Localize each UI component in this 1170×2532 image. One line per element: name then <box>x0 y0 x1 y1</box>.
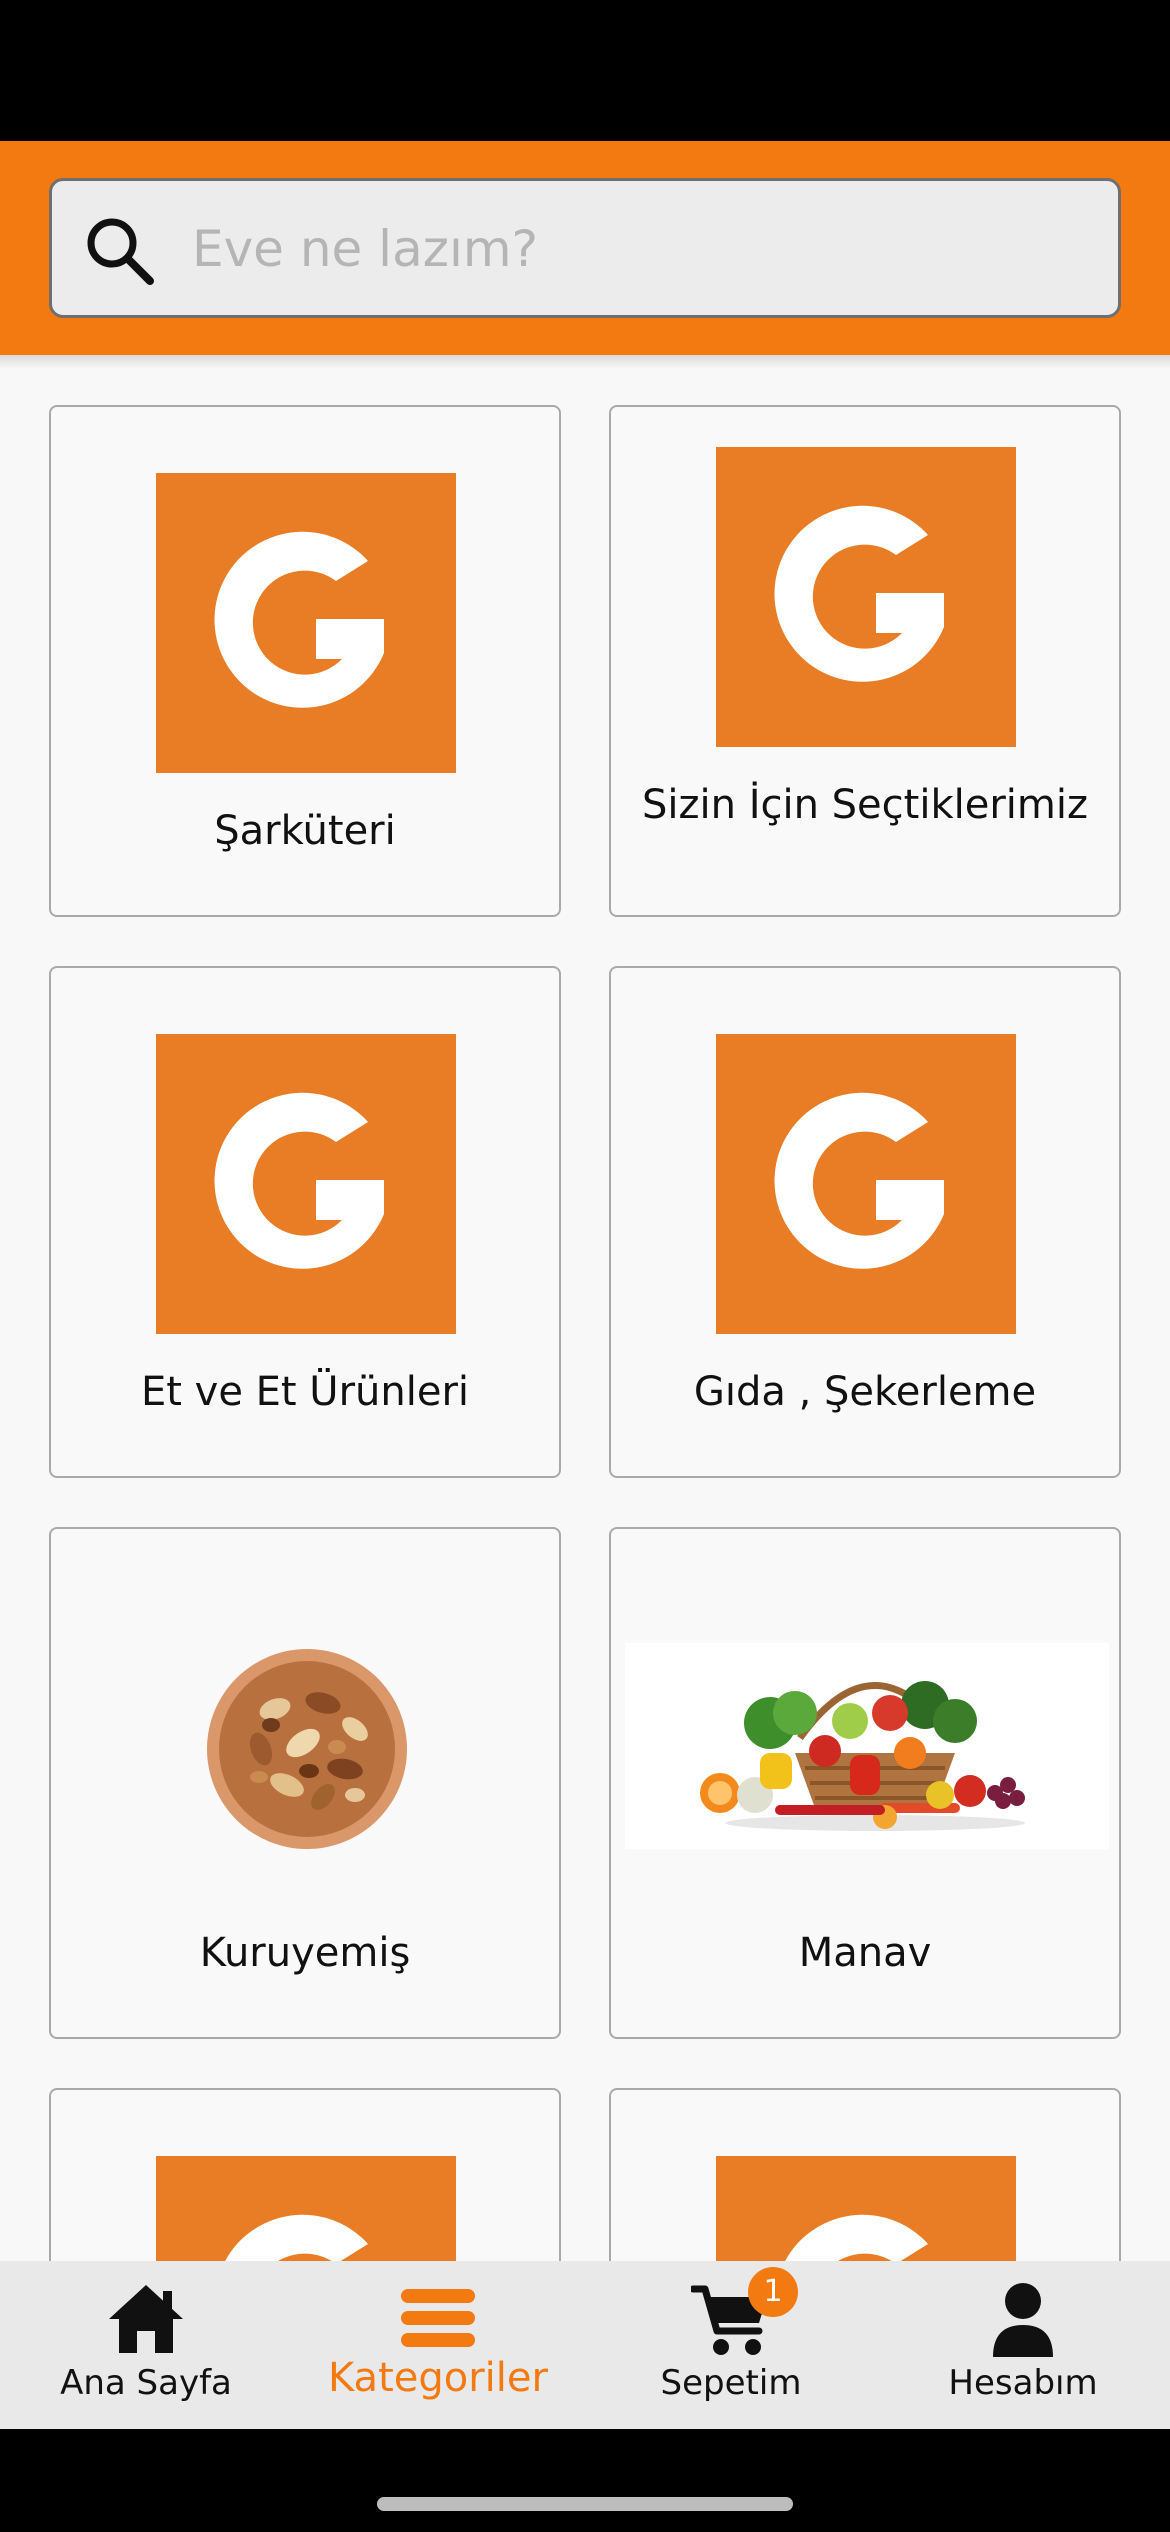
nav-item-cart[interactable]: 1 Sepetim <box>585 2261 877 2429</box>
g-logo-icon <box>716 2156 1016 2261</box>
category-label: Gıda , Şekerleme <box>693 1369 1037 1415</box>
nav-item-categories[interactable]: Kategoriler <box>292 2261 584 2429</box>
nav-label-home: Ana Sayfa <box>60 2363 232 2403</box>
category-card-sizin-icin[interactable]: Sizin İçin Seçtiklerimiz <box>609 405 1121 917</box>
category-label: Et ve Et Ürünleri <box>140 1369 470 1415</box>
cart-count-badge: 1 <box>748 2267 798 2317</box>
home-indicator-area <box>0 2429 1170 2532</box>
home-icon <box>109 2285 183 2353</box>
menu-icon <box>401 2289 475 2347</box>
search-bar[interactable] <box>49 178 1121 318</box>
category-label: Kuruyemiş <box>199 1930 411 1976</box>
nav-label-categories: Kategoriler <box>328 2355 548 2401</box>
nav-label-cart: Sepetim <box>660 2363 802 2403</box>
nav-label-account: Hesabım <box>948 2363 1098 2403</box>
nuts-bowl-icon <box>207 1649 407 1849</box>
nav-item-home[interactable]: Ana Sayfa <box>0 2261 292 2429</box>
category-card-manav[interactable]: Manav <box>609 1527 1121 2039</box>
search-input[interactable] <box>192 201 1092 297</box>
category-card-sarkuteri[interactable]: Şarküteri <box>49 405 561 917</box>
category-card[interactable] <box>609 2088 1121 2261</box>
category-label: Şarküteri <box>214 808 396 854</box>
category-card[interactable] <box>49 2088 561 2261</box>
category-card-kuruyemis[interactable]: Kuruyemiş <box>49 1527 561 2039</box>
status-bar <box>0 0 1170 141</box>
search-icon <box>87 218 154 285</box>
g-logo-icon <box>716 447 1016 747</box>
vegetable-basket-icon <box>625 1643 1109 1849</box>
home-indicator[interactable] <box>377 2497 793 2511</box>
category-label: Manav <box>798 1930 932 1976</box>
category-card-et[interactable]: Et ve Et Ürünleri <box>49 966 561 1478</box>
category-card-gida[interactable]: Gıda , Şekerleme <box>609 966 1121 1478</box>
user-icon <box>993 2283 1053 2357</box>
g-logo-icon <box>156 473 456 773</box>
bottom-navigation: Ana Sayfa Kategoriler 1 Sepetim Hesabım <box>0 2261 1170 2429</box>
g-logo-icon <box>156 2156 456 2261</box>
g-logo-icon <box>716 1034 1016 1334</box>
header <box>0 141 1170 355</box>
nav-item-account[interactable]: Hesabım <box>877 2261 1169 2429</box>
category-grid: Şarküteri Sizin İçin Seçtiklerimiz Et ve… <box>0 355 1170 2261</box>
g-logo-icon <box>156 1034 456 1334</box>
category-label: Sizin İçin Seçtiklerimiz <box>642 782 1088 828</box>
